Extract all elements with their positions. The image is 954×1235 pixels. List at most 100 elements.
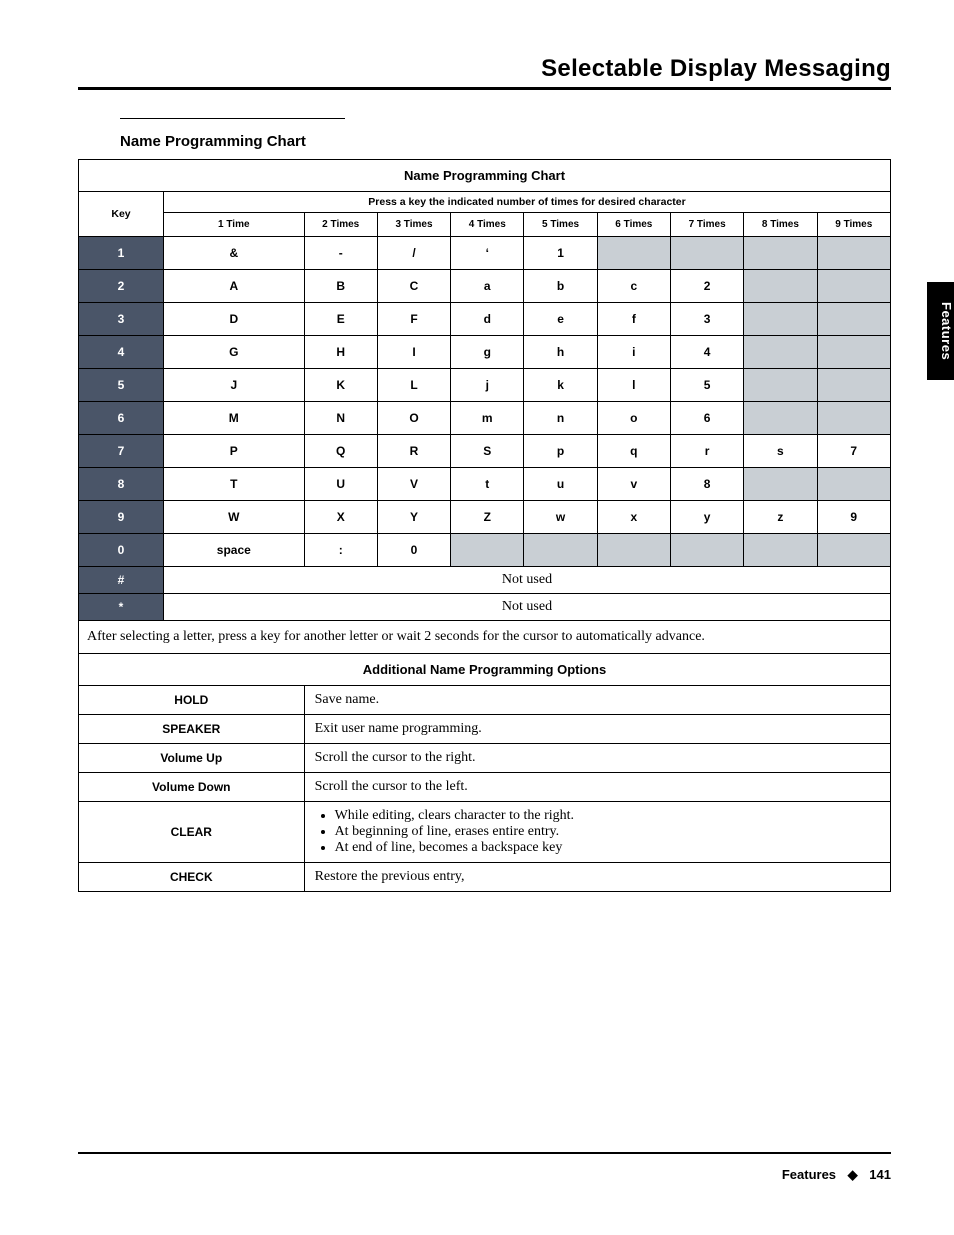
table-title: Name Programming Chart	[79, 160, 891, 192]
data-cell	[817, 303, 890, 336]
data-cell: T	[164, 468, 305, 501]
data-cell: U	[304, 468, 377, 501]
data-cell: S	[451, 435, 524, 468]
data-cell: :	[304, 534, 377, 567]
data-cell: -	[304, 237, 377, 270]
key-cell: 0	[79, 534, 164, 567]
data-cell	[744, 534, 817, 567]
data-cell: 7	[817, 435, 890, 468]
key-cell: 8	[79, 468, 164, 501]
data-cell: g	[451, 336, 524, 369]
option-bullet: While editing, clears character to the r…	[335, 808, 880, 824]
data-cell: h	[524, 336, 597, 369]
data-cell: 3	[670, 303, 743, 336]
data-cell: /	[377, 237, 450, 270]
page-footer: Features ◆ 141	[78, 1152, 891, 1183]
option-bullet: At end of line, becomes a backspace key	[335, 840, 880, 856]
data-cell: r	[670, 435, 743, 468]
data-cell: E	[304, 303, 377, 336]
data-cell: q	[597, 435, 670, 468]
data-cell: v	[597, 468, 670, 501]
data-cell: e	[524, 303, 597, 336]
option-desc: Restore the previous entry,	[304, 863, 890, 892]
data-cell	[744, 336, 817, 369]
data-cell: 4	[670, 336, 743, 369]
col-header: 1 Time	[164, 213, 305, 237]
data-cell: l	[597, 369, 670, 402]
data-cell: p	[524, 435, 597, 468]
col-header: 7 Times	[670, 213, 743, 237]
data-cell: space	[164, 534, 305, 567]
col-key: Key	[79, 192, 164, 237]
section-subhead: Name Programming Chart	[120, 118, 345, 150]
data-cell: L	[377, 369, 450, 402]
data-cell: V	[377, 468, 450, 501]
data-cell: z	[744, 501, 817, 534]
side-tab-features: Features	[927, 282, 954, 380]
key-cell: 9	[79, 501, 164, 534]
data-cell: N	[304, 402, 377, 435]
data-cell: J	[164, 369, 305, 402]
option-desc: Scroll the cursor to the right.	[304, 744, 890, 773]
data-cell: Q	[304, 435, 377, 468]
data-cell: s	[744, 435, 817, 468]
key-cell: 3	[79, 303, 164, 336]
data-cell: X	[304, 501, 377, 534]
data-cell: d	[451, 303, 524, 336]
data-cell: W	[164, 501, 305, 534]
data-cell	[744, 402, 817, 435]
data-cell	[670, 237, 743, 270]
data-cell	[817, 237, 890, 270]
data-cell: a	[451, 270, 524, 303]
data-cell	[817, 402, 890, 435]
key-cell: 5	[79, 369, 164, 402]
option-key: Volume Up	[79, 744, 305, 773]
data-cell: b	[524, 270, 597, 303]
data-cell: 8	[670, 468, 743, 501]
option-bullet: At beginning of line, erases entire entr…	[335, 824, 880, 840]
data-cell: H	[304, 336, 377, 369]
programming-table: Name Programming Chart Key Press a key t…	[78, 159, 891, 892]
data-cell	[744, 303, 817, 336]
data-cell: 6	[670, 402, 743, 435]
option-key: Volume Down	[79, 773, 305, 802]
data-cell: B	[304, 270, 377, 303]
data-cell: t	[451, 468, 524, 501]
data-cell: w	[524, 501, 597, 534]
key-cell: 7	[79, 435, 164, 468]
options-title: Additional Name Programming Options	[79, 654, 891, 686]
data-cell: 5	[670, 369, 743, 402]
col-header: 8 Times	[744, 213, 817, 237]
data-cell: F	[377, 303, 450, 336]
key-cell: 6	[79, 402, 164, 435]
data-cell: 1	[524, 237, 597, 270]
data-cell: j	[451, 369, 524, 402]
data-cell: Z	[451, 501, 524, 534]
col-header: 3 Times	[377, 213, 450, 237]
option-key: SPEAKER	[79, 715, 305, 744]
data-cell: A	[164, 270, 305, 303]
col-header: 4 Times	[451, 213, 524, 237]
data-cell	[597, 534, 670, 567]
data-cell: I	[377, 336, 450, 369]
not-used-cell: Not used	[164, 567, 891, 594]
data-cell	[451, 534, 524, 567]
option-desc: While editing, clears character to the r…	[304, 802, 890, 863]
col-header: 6 Times	[597, 213, 670, 237]
data-cell: 9	[817, 501, 890, 534]
data-cell: M	[164, 402, 305, 435]
table-instruction: Press a key the indicated number of time…	[164, 192, 891, 213]
data-cell	[524, 534, 597, 567]
diamond-icon: ◆	[848, 1167, 858, 1182]
data-cell: Y	[377, 501, 450, 534]
data-cell: K	[304, 369, 377, 402]
data-cell: &	[164, 237, 305, 270]
data-cell	[744, 237, 817, 270]
col-header: 2 Times	[304, 213, 377, 237]
data-cell: ‘	[451, 237, 524, 270]
footer-label: Features	[782, 1167, 836, 1182]
data-cell: 2	[670, 270, 743, 303]
data-cell: O	[377, 402, 450, 435]
data-cell: G	[164, 336, 305, 369]
data-cell: f	[597, 303, 670, 336]
